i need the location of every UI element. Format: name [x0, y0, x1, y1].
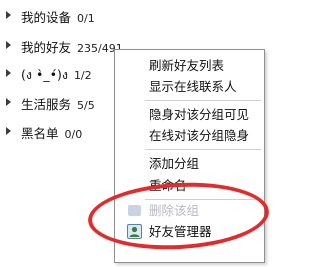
blurred-delete-icon	[127, 203, 142, 218]
group-name: 黑名单	[21, 126, 59, 141]
menu-item-label: 删除该组	[149, 203, 200, 218]
group-count: 0/0	[64, 128, 83, 141]
menu-item-invisible-visible-to-group[interactable]: 隐身对该分组可见	[123, 105, 263, 124]
menu-separator	[145, 149, 261, 150]
menu-item-online-hidden-to-group[interactable]: 在线对该分组隐身	[123, 126, 263, 145]
group-count: 1/2	[73, 69, 92, 82]
triangle-right-icon[interactable]	[6, 98, 11, 106]
contact-list-window: 我的设备 0/1 我的好友 235/491 (ง •̀_•́)ง 1/2 生活服务 5/…	[0, 0, 273, 267]
group-count: 0/1	[77, 12, 95, 25]
menu-separator	[145, 100, 261, 101]
group-name: 我的设备	[21, 10, 72, 25]
menu-item-delete-group[interactable]: 删除该组	[123, 201, 263, 220]
triangle-right-icon[interactable]	[6, 11, 11, 19]
triangle-right-icon[interactable]	[6, 127, 11, 135]
group-count: 5/5	[77, 99, 95, 112]
group-row-my-devices[interactable]: 我的设备 0/1	[0, 5, 273, 25]
group-name: 生活服务	[21, 97, 72, 112]
menu-item-rename[interactable]: 重命名	[123, 176, 263, 195]
menu-item-label: 好友管理器	[149, 224, 212, 239]
group-context-menu: 刷新好友列表 显示在线联系人 隐身对该分组可见 在线对该分组隐身 添加分组 重命…	[114, 49, 265, 263]
menu-item-refresh-friends[interactable]: 刷新好友列表	[123, 56, 263, 75]
menu-item-friend-manager[interactable]: 好友管理器	[123, 222, 263, 241]
triangle-right-icon[interactable]	[6, 69, 11, 77]
person-card-icon	[127, 224, 142, 239]
menu-separator	[145, 199, 261, 200]
menu-item-show-online[interactable]: 显示在线联系人	[123, 77, 263, 96]
group-name: (ง •̀_•́)ง	[21, 67, 68, 82]
menu-item-add-group[interactable]: 添加分组	[123, 154, 263, 173]
group-name: 我的好友	[21, 40, 72, 55]
triangle-right-icon[interactable]	[6, 41, 11, 49]
